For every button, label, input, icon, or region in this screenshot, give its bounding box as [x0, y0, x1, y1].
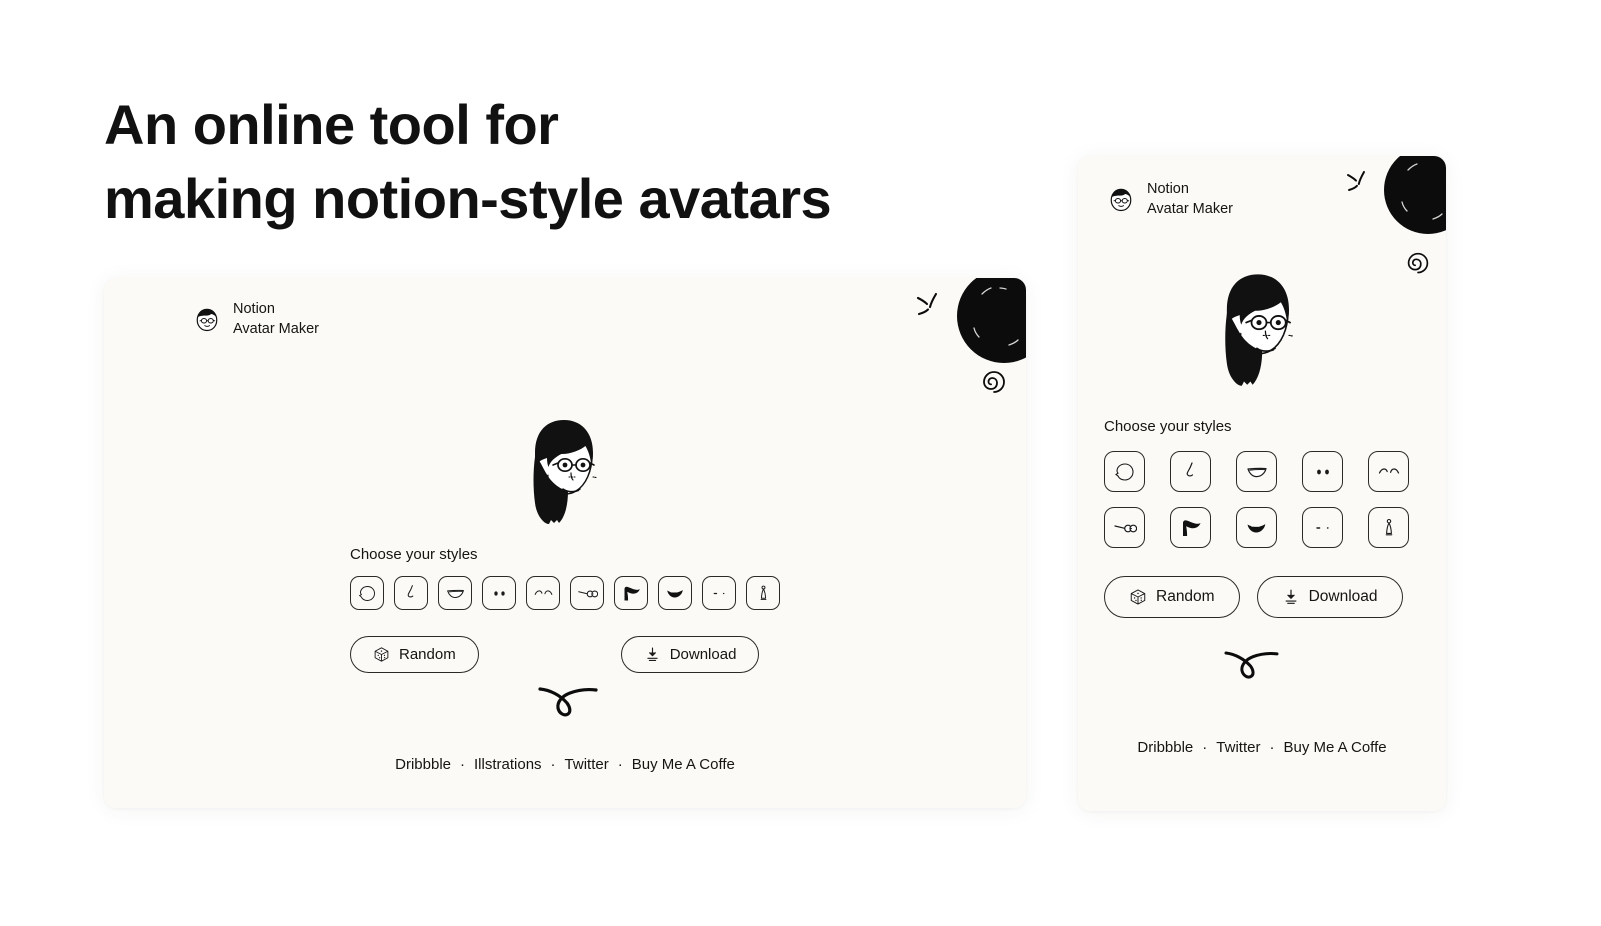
brand-line-1: Notion	[233, 301, 275, 317]
beard-icon	[1245, 516, 1269, 540]
style-option-face[interactable]	[1104, 451, 1145, 492]
spiral-swirl-icon	[980, 368, 1008, 396]
style-option-beard[interactable]	[1236, 507, 1277, 548]
brand: Notion Avatar Maker	[192, 300, 319, 339]
brand-line-2: Avatar Maker	[233, 320, 319, 337]
random-button-label: Random	[1156, 588, 1215, 605]
footer-separator: ·	[460, 756, 466, 773]
avatar-preview	[1205, 269, 1313, 389]
download-arrow-icon	[1282, 588, 1300, 606]
style-option-beard[interactable]	[658, 576, 692, 610]
action-buttons: Random Download	[1104, 576, 1420, 618]
black-blob-circle-icon	[944, 278, 1026, 366]
style-selector-grid	[1104, 451, 1420, 548]
footer-links-desktop: Dribbble · Illstrations · Twitter · Buy …	[104, 756, 1026, 773]
style-option-nose[interactable]	[1170, 451, 1211, 492]
style-option-mouth[interactable]	[438, 576, 472, 610]
mobile-app-card: Notion Avatar Maker Choose your styles R…	[1078, 156, 1446, 811]
footer-separator: ·	[1202, 739, 1208, 756]
eyebrows-arc-icon	[533, 583, 554, 604]
face-shape-icon	[357, 583, 378, 604]
dice-cube-icon	[1129, 588, 1147, 606]
footer-link-twitter[interactable]: Twitter	[1216, 739, 1260, 756]
styles-panel: Choose your styles Random Download	[350, 546, 790, 673]
action-buttons: Random Download	[350, 636, 790, 673]
style-option-hair[interactable]	[614, 576, 648, 610]
desktop-app-card: Notion Avatar Maker Choose your styles R…	[104, 278, 1026, 808]
brand-text: Notion Avatar Maker	[233, 300, 319, 339]
footer-link-buy-me-a-coffee[interactable]: Buy Me A Coffe	[1283, 739, 1386, 756]
style-option-accessory[interactable]	[746, 576, 780, 610]
style-option-face[interactable]	[350, 576, 384, 610]
face-shape-icon	[1113, 460, 1137, 484]
hair-swoosh-icon	[621, 583, 642, 604]
brand-line-1: Notion	[1147, 181, 1189, 197]
brand: Notion Avatar Maker	[1106, 180, 1233, 219]
random-button[interactable]: Random	[350, 636, 479, 673]
footer-link-dribbble[interactable]: Dribbble	[395, 756, 451, 773]
style-option-glasses[interactable]	[570, 576, 604, 610]
sparkle-lines-icon	[916, 292, 950, 324]
download-button[interactable]: Download	[620, 636, 760, 673]
eyes-dots-icon	[489, 583, 510, 604]
avatar-face-icon	[1106, 185, 1136, 215]
beard-icon	[665, 583, 686, 604]
black-blob-circle-icon	[1376, 156, 1446, 238]
style-option-nose[interactable]	[394, 576, 428, 610]
earring-icon	[1377, 516, 1401, 540]
glasses-round-icon	[1113, 516, 1137, 540]
footer-link-twitter[interactable]: Twitter	[565, 756, 609, 773]
face-details-icon	[1311, 516, 1335, 540]
footer-separator: ·	[550, 756, 556, 773]
page-root: An online tool for making notion-style a…	[0, 0, 1601, 926]
style-option-eyes[interactable]	[1302, 451, 1343, 492]
footer-separator: ·	[1269, 739, 1275, 756]
footer-separator: ·	[617, 756, 623, 773]
brand-line-2: Avatar Maker	[1147, 200, 1233, 217]
style-option-details[interactable]	[1302, 507, 1343, 548]
footer-links-mobile: Dribbble · Twitter · Buy Me A Coffe	[1078, 739, 1446, 756]
styles-title: Choose your styles	[1104, 418, 1232, 435]
brand-text: Notion Avatar Maker	[1147, 180, 1233, 219]
style-selector-row	[350, 576, 790, 610]
footer-link-buy-me-a-coffee[interactable]: Buy Me A Coffe	[632, 756, 735, 773]
nose-icon	[1179, 460, 1203, 484]
mouth-smile-icon	[1245, 460, 1269, 484]
eyes-dots-icon	[1311, 460, 1335, 484]
styles-panel: Choose your styles Random Download	[1104, 418, 1420, 618]
footer-link-illstrations[interactable]: Illstrations	[474, 756, 542, 773]
download-button-label: Download	[669, 646, 737, 663]
hair-swoosh-icon	[1179, 516, 1203, 540]
earring-icon	[753, 583, 774, 604]
page-title: An online tool for making notion-style a…	[104, 93, 832, 230]
mouth-smile-icon	[445, 583, 466, 604]
eyebrows-arc-icon	[1377, 460, 1401, 484]
styles-title: Choose your styles	[350, 546, 478, 563]
style-option-glasses[interactable]	[1104, 507, 1145, 548]
random-button-label: Random	[399, 646, 456, 663]
style-option-eyebrows[interactable]	[1368, 451, 1409, 492]
loop-swirl-stroke-icon	[1222, 641, 1294, 681]
download-button-label: Download	[1308, 588, 1378, 605]
download-arrow-icon	[644, 646, 661, 663]
nose-icon	[401, 583, 422, 604]
style-option-mouth[interactable]	[1236, 451, 1277, 492]
style-option-accessory[interactable]	[1368, 507, 1409, 548]
sparkle-lines-icon	[1346, 170, 1376, 200]
style-option-eyebrows[interactable]	[526, 576, 560, 610]
style-option-eyes[interactable]	[482, 576, 516, 610]
style-option-details[interactable]	[702, 576, 736, 610]
avatar-face-icon	[192, 305, 222, 335]
avatar-preview	[515, 415, 615, 527]
download-button[interactable]: Download	[1256, 576, 1403, 618]
loop-swirl-stroke-icon	[536, 676, 614, 718]
random-button[interactable]: Random	[1104, 576, 1240, 618]
dice-cube-icon	[373, 646, 390, 663]
glasses-round-icon	[577, 583, 598, 604]
spiral-swirl-icon	[1405, 250, 1431, 276]
face-details-icon	[709, 583, 730, 604]
style-option-hair[interactable]	[1170, 507, 1211, 548]
footer-link-dribbble[interactable]: Dribbble	[1137, 739, 1193, 756]
